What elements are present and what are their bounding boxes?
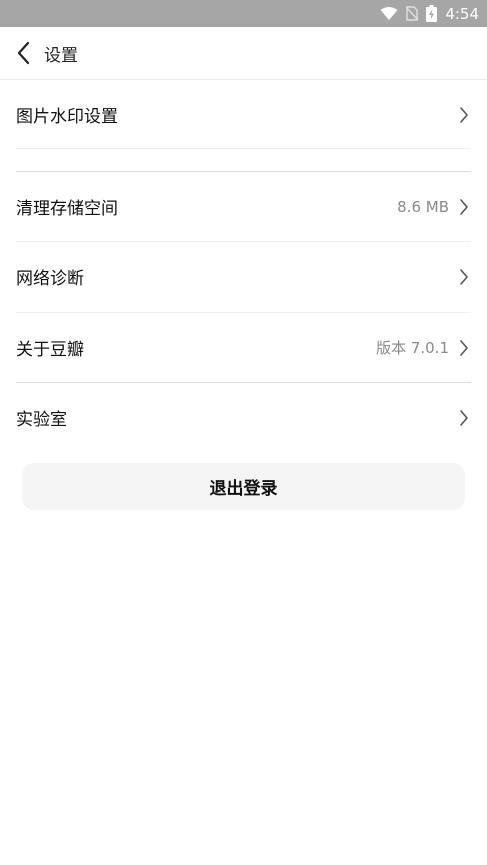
logout-button[interactable]: 退出登录 <box>22 463 465 510</box>
settings-item-label: 清理存储空间 <box>16 199 118 219</box>
battery-charging-icon <box>426 5 438 22</box>
version-value: 版本 7.0.1 <box>376 339 449 357</box>
storage-size-value: 8.6 MB <box>397 197 449 216</box>
settings-item-clear-storage[interactable]: 清理存储空间 8.6 MB <box>16 172 471 241</box>
status-time: 4:54 <box>445 4 479 23</box>
divider <box>16 148 471 149</box>
settings-item-label: 关于豆瓣 <box>16 340 84 360</box>
settings-item-label: 网络诊断 <box>16 269 84 289</box>
settings-item-watermark[interactable]: 图片水印设置 <box>16 80 471 149</box>
app-bar: 设置 <box>0 27 487 80</box>
settings-item-lab[interactable]: 实验室 <box>16 383 471 452</box>
no-sim-icon <box>406 6 419 21</box>
settings-item-about[interactable]: 关于豆瓣 版本 7.0.1 <box>16 313 471 382</box>
settings-item-network-diagnosis[interactable]: 网络诊断 <box>16 242 471 311</box>
status-icons: 4:54 <box>380 0 479 27</box>
settings-item-label: 实验室 <box>16 410 67 430</box>
status-bar: 4:54 <box>0 0 487 27</box>
wifi-icon <box>380 6 398 20</box>
back-arrow-icon <box>17 41 30 65</box>
chevron-right-icon <box>457 106 471 124</box>
chevron-right-icon <box>457 339 471 357</box>
back-button[interactable] <box>4 27 44 79</box>
page-title: 设置 <box>44 45 78 66</box>
chevron-right-icon <box>457 198 471 216</box>
chevron-right-icon <box>457 409 471 427</box>
settings-item-label: 图片水印设置 <box>16 107 118 127</box>
chevron-right-icon <box>457 268 471 286</box>
